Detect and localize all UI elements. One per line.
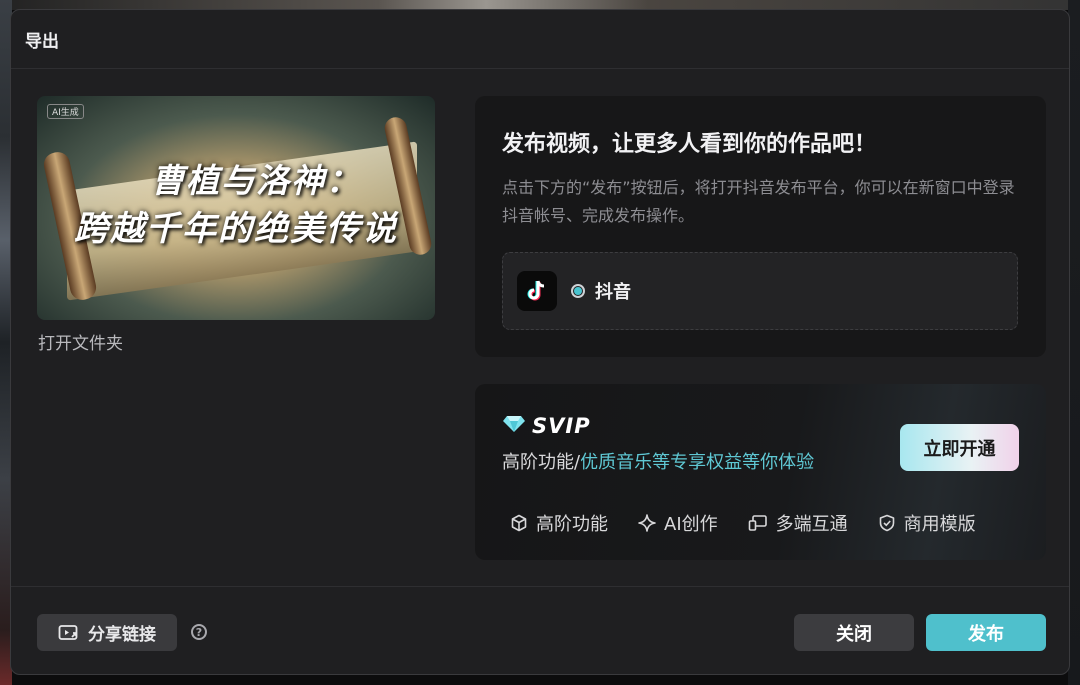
platform-radio[interactable] [571, 284, 585, 298]
publish-description: 点击下方的“发布”按钮后，将打开抖音发布平台，你可以在新窗口中登录抖音帐号、完成… [502, 178, 1015, 225]
feature-advanced: 高阶功能 [510, 510, 608, 536]
feature-label: 商用模版 [903, 514, 976, 535]
multi-device-icon [748, 515, 767, 531]
publish-button[interactable]: 发布 [926, 614, 1046, 651]
ai-generated-tag: AI生成 [47, 104, 84, 119]
svip-card: SVIP 高阶功能/优质音乐等专享权益等你体验 立即开通 高阶功能 AI创作 多… [475, 384, 1046, 560]
svip-badge: SVIP [532, 414, 591, 438]
publish-card: 发布视频，让更多人看到你的作品吧！ 点击下方的“发布”按钮后，将打开抖音发布平台… [475, 96, 1046, 357]
svip-subtitle: 高阶功能/优质音乐等专享权益等你体验 [502, 448, 814, 474]
svip-header: SVIP [502, 414, 591, 438]
thumbnail-title-line1: 曹植与洛神： [151, 161, 361, 200]
feature-label: 多端互通 [775, 514, 848, 535]
feature-commercial: 商用模版 [878, 510, 976, 536]
publish-title: 发布视频，让更多人看到你的作品吧！ [502, 132, 877, 157]
diamond-icon [502, 415, 526, 437]
feature-ai-create: AI创作 [638, 510, 718, 536]
platform-label: 抖音 [595, 282, 631, 303]
radio-selected-dot [574, 287, 582, 295]
feature-label: AI创作 [664, 514, 718, 535]
dialog-title: 导出 [25, 31, 59, 52]
video-thumbnail[interactable]: AI生成 曹植与洛神： 跨越千年的绝美传说 [37, 96, 435, 320]
help-icon[interactable]: ? [191, 624, 207, 640]
share-link-button[interactable]: 分享链接 [37, 614, 177, 651]
export-dialog: 导出 AI生成 曹植与洛神： 跨越千年的绝美传说 打开文件夹 发布视频，让更多人… [10, 9, 1070, 675]
feature-label: 高阶功能 [536, 514, 608, 535]
open-folder-link[interactable]: 打开文件夹 [38, 329, 123, 354]
douyin-icon [517, 271, 557, 311]
open-svip-button[interactable]: 立即开通 [900, 424, 1019, 471]
thumbnail-title-line2: 跨越千年的绝美传说 [74, 209, 398, 249]
svip-subtitle-highlight: 优质音乐等专享权益等你体验 [580, 452, 815, 473]
platform-option-douyin[interactable]: 抖音 [502, 252, 1018, 330]
share-screen-icon [58, 624, 78, 640]
svip-subtitle-prefix: 高阶功能/ [502, 452, 581, 473]
cube-icon [511, 514, 527, 532]
shield-check-icon [879, 514, 894, 532]
dialog-header: 导出 [11, 10, 1069, 69]
footer-divider [11, 586, 1069, 587]
close-button[interactable]: 关闭 [794, 614, 914, 651]
share-link-label: 分享链接 [88, 625, 156, 644]
sparkle-icon [638, 514, 656, 532]
feature-multi-device: 多端互通 [748, 510, 848, 536]
svip-features: 高阶功能 AI创作 多端互通 商用模版 [510, 510, 1006, 536]
